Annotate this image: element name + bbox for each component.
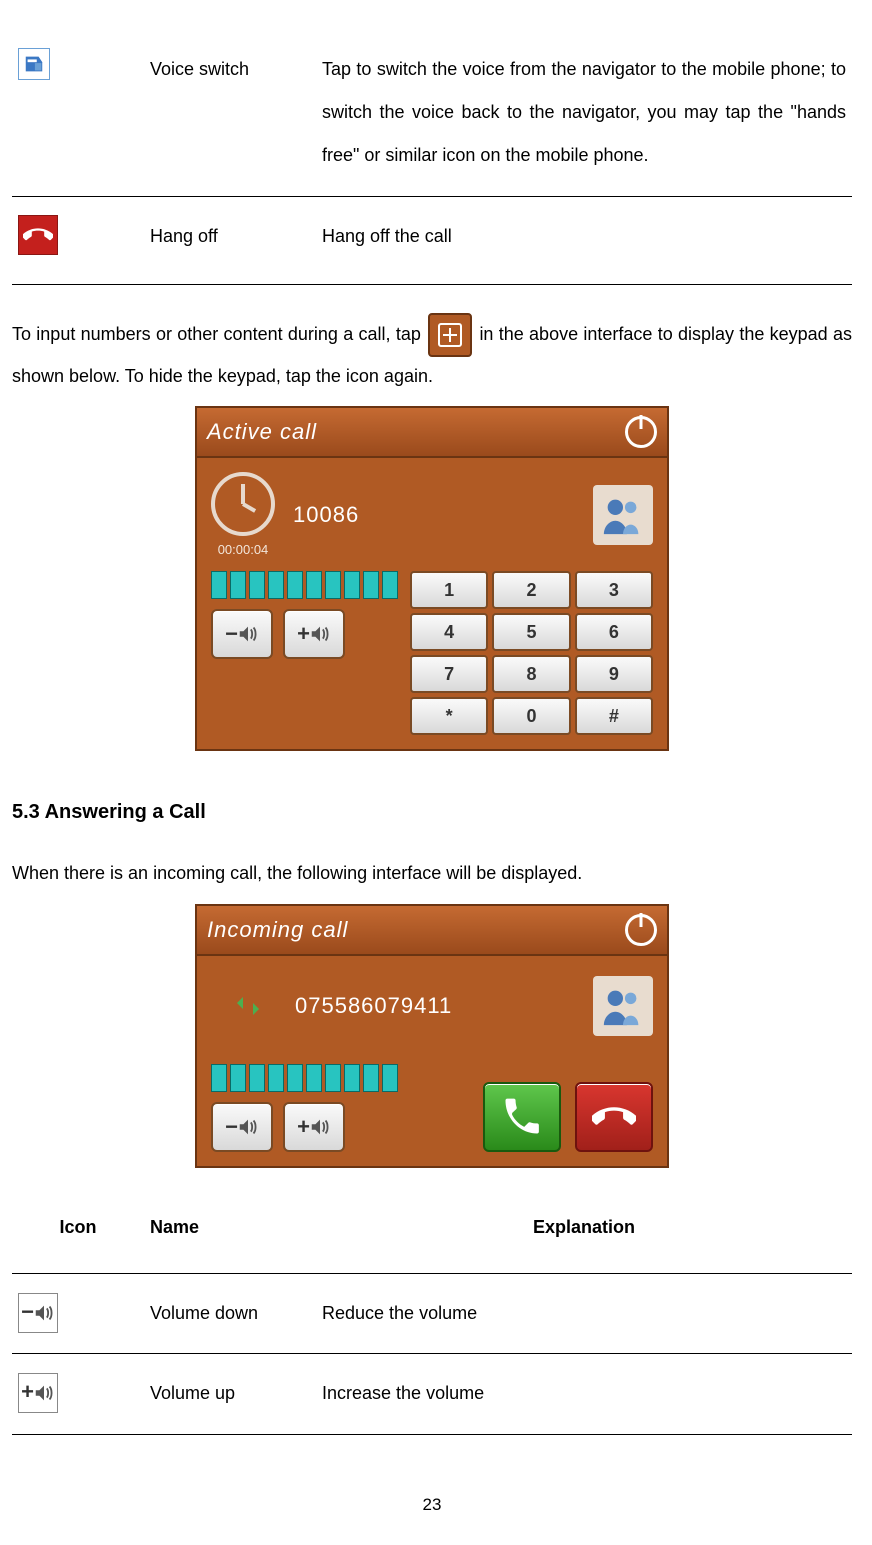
active-call-figure: Active call 00:00:04 10086 (12, 406, 852, 751)
row-desc: Reduce the volume (316, 1274, 852, 1354)
call-timer: 00:00:04 (218, 542, 269, 557)
table-row: − Volume down Reduce the volume (12, 1274, 852, 1354)
table-header-row: Icon Name Explanation (12, 1188, 852, 1274)
keypad-toggle-icon (428, 313, 472, 357)
contact-avatar (593, 976, 653, 1036)
icon-description-table-bottom: Icon Name Explanation − Volume down Redu… (12, 1188, 852, 1435)
key-5[interactable]: 5 (492, 613, 570, 651)
table-row: Voice switch Tap to switch the voice fro… (12, 30, 852, 196)
screen-title: Incoming call (207, 917, 348, 943)
volume-up-button[interactable]: + (283, 1102, 345, 1152)
key-2[interactable]: 2 (492, 571, 570, 609)
power-icon[interactable] (625, 914, 657, 946)
row-desc: Increase the volume (316, 1354, 852, 1434)
volume-up-icon: + (18, 1373, 58, 1413)
table-row: + Volume up Increase the volume (12, 1354, 852, 1434)
table-row: Hang off Hang off the call (12, 196, 852, 284)
voice-switch-icon (18, 48, 50, 80)
section-heading: 5.3 Answering a Call (12, 801, 852, 824)
key-8[interactable]: 8 (492, 655, 570, 693)
key-4[interactable]: 4 (410, 613, 488, 651)
incoming-arrows-icon (237, 997, 259, 1015)
volume-up-button[interactable]: + (283, 609, 345, 659)
row-name: Volume up (144, 1354, 316, 1434)
key-7[interactable]: 7 (410, 655, 488, 693)
keypad-instruction-paragraph: To input numbers or other content during… (12, 313, 852, 397)
para-text-before: To input numbers or other content during… (12, 324, 426, 344)
page-number: 23 (12, 1495, 852, 1515)
dial-keypad: 1 2 3 4 5 6 7 8 9 * 0 # (410, 571, 653, 735)
row-name: Volume down (144, 1274, 316, 1354)
volume-down-button[interactable]: − (211, 609, 273, 659)
key-1[interactable]: 1 (410, 571, 488, 609)
row-name: Hang off (144, 196, 316, 284)
section-paragraph: When there is an incoming call, the foll… (12, 854, 852, 894)
call-number: 10086 (293, 502, 359, 528)
header-explanation: Explanation (316, 1188, 852, 1274)
incoming-call-figure: Incoming call 075586079411 (12, 904, 852, 1168)
signal-strip (211, 1064, 398, 1092)
screen-titlebar: Incoming call (197, 906, 667, 956)
key-hash[interactable]: # (575, 697, 653, 735)
key-9[interactable]: 9 (575, 655, 653, 693)
active-call-screen: Active call 00:00:04 10086 (195, 406, 669, 751)
icon-description-table-top: Voice switch Tap to switch the voice fro… (12, 30, 852, 285)
clock-icon (211, 472, 275, 536)
volume-down-icon: − (18, 1293, 58, 1333)
screen-titlebar: Active call (197, 408, 667, 458)
row-desc: Tap to switch the voice from the navigat… (316, 30, 852, 196)
answer-call-button[interactable] (483, 1082, 561, 1152)
hang-off-icon (18, 215, 58, 255)
signal-strip (211, 571, 398, 599)
key-0[interactable]: 0 (492, 697, 570, 735)
contact-avatar (593, 485, 653, 545)
power-icon[interactable] (625, 416, 657, 448)
document-page: Voice switch Tap to switch the voice fro… (0, 0, 872, 1545)
screen-title: Active call (207, 419, 317, 445)
row-desc: Hang off the call (316, 196, 852, 284)
hang-up-button[interactable] (575, 1082, 653, 1152)
key-6[interactable]: 6 (575, 613, 653, 651)
volume-down-button[interactable]: − (211, 1102, 273, 1152)
header-icon: Icon (12, 1188, 144, 1274)
key-3[interactable]: 3 (575, 571, 653, 609)
call-number: 075586079411 (295, 993, 452, 1019)
key-star[interactable]: * (410, 697, 488, 735)
incoming-call-screen: Incoming call 075586079411 (195, 904, 669, 1168)
row-name: Voice switch (144, 30, 316, 196)
header-name: Name (144, 1188, 316, 1274)
